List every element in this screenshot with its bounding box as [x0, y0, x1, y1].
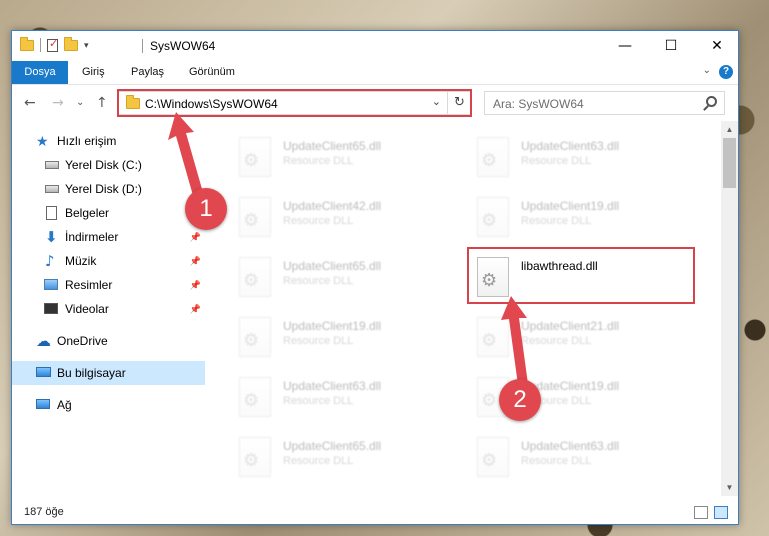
- step-1-badge: 1: [185, 188, 227, 230]
- step-2-badge: 2: [499, 379, 541, 421]
- arrow-2: [501, 296, 528, 385]
- annotation-arrows: [168, 112, 528, 385]
- arrow-1: [168, 112, 204, 199]
